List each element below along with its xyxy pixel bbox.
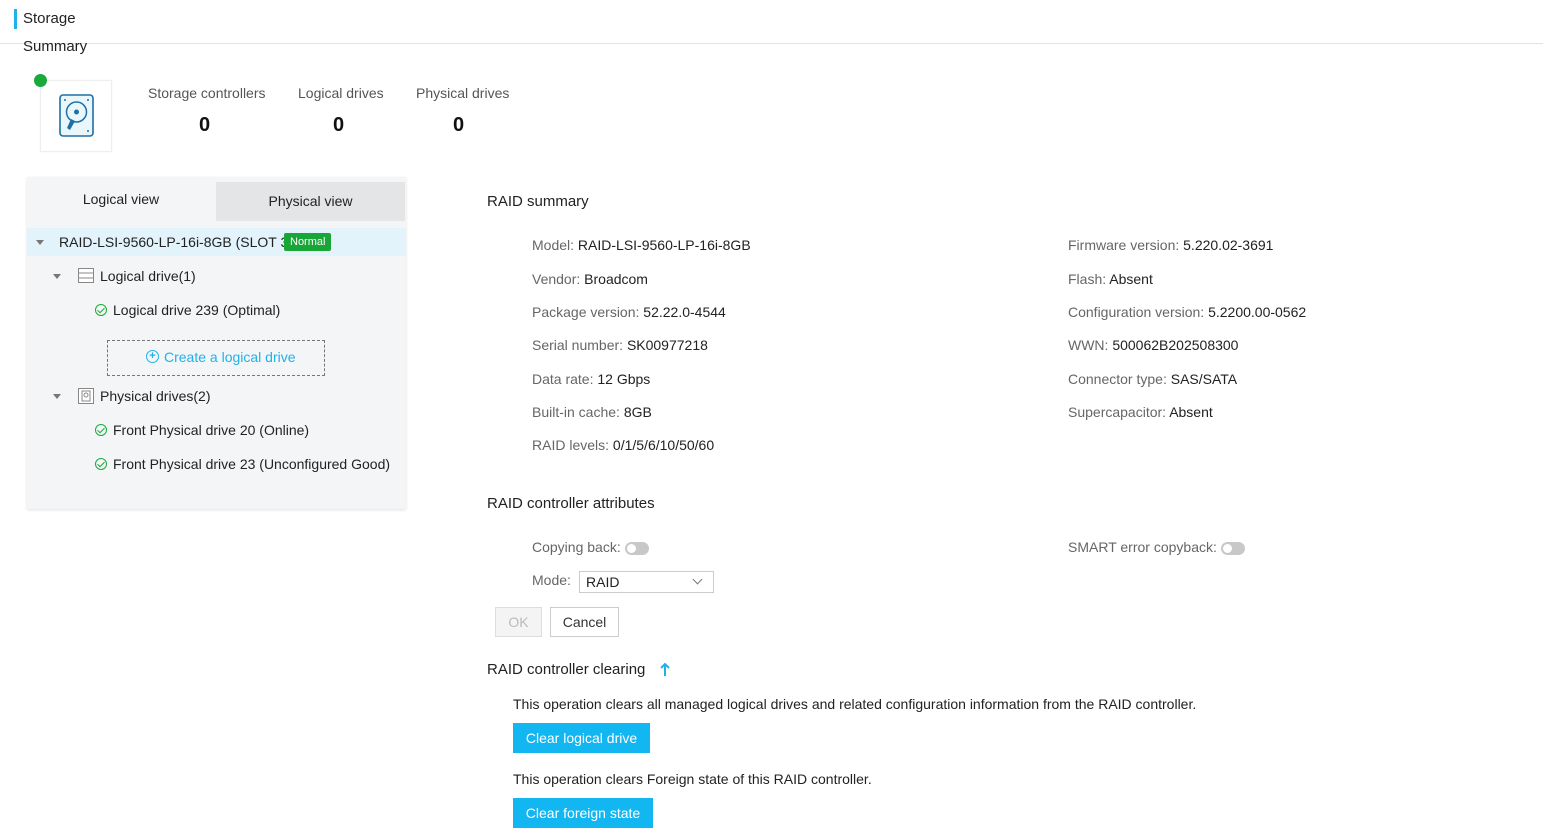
caret-down-icon[interactable]: [36, 240, 44, 245]
tab-logical-view[interactable]: Logical view: [27, 177, 215, 221]
clearing-title: RAID controller clearing: [487, 661, 646, 678]
raid-summary-cache: Built-in cache: 8GB: [532, 404, 652, 420]
tree-physical-item[interactable]: Front Physical drive 23 (Unconfigured Go…: [113, 456, 390, 472]
raid-summary-connector: Connector type: SAS/SATA: [1068, 371, 1238, 387]
mode-label: Mode:: [532, 572, 571, 588]
collapse-arrow-icon[interactable]: [658, 662, 672, 678]
copying-back-toggle[interactable]: [624, 541, 649, 555]
page-title: Storage: [23, 10, 76, 27]
tree-physical-item[interactable]: Front Physical drive 20 (Online): [113, 422, 309, 438]
status-badge: Normal: [284, 233, 332, 251]
raid-summary-config: Configuration version: 5.2200.00-0562: [1068, 304, 1307, 320]
controller-label[interactable]: RAID-LSI-9560-LP-16i-8GB (SLOT 3): [59, 234, 293, 250]
header-accent-bar: [14, 9, 17, 29]
ok-button[interactable]: OK: [495, 607, 542, 637]
status-dot: [34, 74, 47, 87]
tree-logical-group[interactable]: Logical drive(1): [100, 268, 196, 284]
stat-label-physical: Physical drives: [416, 85, 510, 101]
tree-logical-item[interactable]: Logical drive 239 (Optimal): [113, 302, 280, 318]
clear-foreign-state-button[interactable]: Clear foreign state: [513, 798, 653, 828]
check-circle-icon: [95, 304, 107, 316]
raid-summary-supercap: Supercapacitor: Absent: [1068, 404, 1213, 420]
physical-drive-group-icon: [78, 388, 94, 404]
raid-summary-package: Package version: 52.22.0-4544: [532, 304, 726, 320]
cancel-button[interactable]: Cancel: [550, 607, 619, 637]
clear-logical-drive-button[interactable]: Clear logical drive: [513, 723, 650, 753]
stat-label-logical: Logical drives: [298, 85, 384, 101]
smart-copyback-row: SMART error copyback:: [1068, 539, 1245, 555]
attributes-title: RAID controller attributes: [487, 495, 655, 512]
stat-value-physical: 0: [453, 114, 465, 136]
clear-foreign-desc: This operation clears Foreign state of t…: [513, 771, 872, 787]
smart-copyback-toggle[interactable]: [1220, 541, 1245, 555]
mode-select-value[interactable]: RAID: [586, 574, 619, 590]
check-circle-icon: [95, 458, 107, 470]
clear-logical-desc: This operation clears all managed logica…: [513, 696, 1197, 712]
raid-summary-wwn: WWN: 500062B202508300: [1068, 337, 1239, 353]
stat-label-controllers: Storage controllers: [148, 85, 266, 101]
raid-summary-levels: RAID levels: 0/1/5/6/10/50/60: [532, 437, 715, 453]
raid-summary-flash: Flash: Absent: [1068, 271, 1153, 287]
summary-heading: Summary: [23, 38, 88, 55]
raid-summary-model: Model: RAID-LSI-9560-LP-16i-8GB: [532, 237, 751, 253]
hard-drive-icon: [59, 94, 94, 137]
stat-value-logical: 0: [333, 114, 345, 136]
stat-value-controllers: 0: [199, 114, 211, 136]
plus-circle-icon[interactable]: +: [146, 350, 159, 363]
raid-summary-serial: Serial number: SK00977218: [532, 337, 708, 353]
tree-physical-group[interactable]: Physical drives(2): [100, 388, 210, 404]
raid-summary-firmware: Firmware version: 5.220.02-3691: [1068, 237, 1274, 253]
copying-back-row: Copying back:: [532, 539, 649, 555]
raid-summary-title: RAID summary: [487, 193, 589, 210]
header-divider: [0, 43, 1543, 44]
check-circle-icon: [95, 424, 107, 436]
logical-drive-group-icon: [78, 268, 94, 283]
create-logical-drive-label[interactable]: Create a logical drive: [164, 349, 296, 365]
tab-physical-view[interactable]: Physical view: [216, 182, 405, 221]
caret-down-icon[interactable]: [53, 274, 61, 279]
raid-summary-datarate: Data rate: 12 Gbps: [532, 371, 651, 387]
caret-down-icon[interactable]: [53, 394, 61, 399]
storage-icon-box: [40, 80, 112, 152]
raid-summary-vendor: Vendor: Broadcom: [532, 271, 648, 287]
